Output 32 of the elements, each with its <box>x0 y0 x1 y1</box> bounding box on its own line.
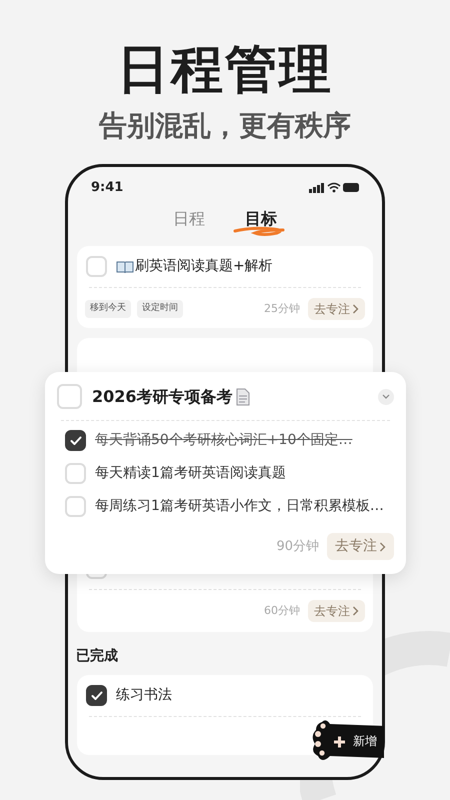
goal-title: 2026考研专项备考 <box>92 386 233 408</box>
chevron-right-icon <box>352 304 359 314</box>
tag-button[interactable]: 移到今天 <box>85 300 131 318</box>
book-icon <box>116 260 134 274</box>
headline: 日程管理 <box>117 40 333 100</box>
status-icons <box>309 182 359 193</box>
focus-button[interactable]: 去专注 <box>308 298 365 320</box>
duration-label: 60分钟 <box>264 602 300 619</box>
chevron-right-icon <box>379 542 386 552</box>
subtitle: 告别混乱，更有秩序 <box>99 108 351 144</box>
add-button[interactable]: 新增 <box>312 718 384 763</box>
tab[interactable]: 目标 <box>233 207 289 239</box>
subtask-text: 每天背诵50个考研核心词汇+10个固定… <box>95 431 352 450</box>
chevron-down-icon <box>382 394 390 399</box>
goal-title: 刷英语阅读真题+解析 <box>135 257 273 276</box>
focus-button[interactable]: 去专注 <box>327 533 394 560</box>
duration-label: 90分钟 <box>276 538 319 556</box>
check-icon <box>90 690 102 700</box>
duration-label: 25分钟 <box>264 300 300 317</box>
status-time: 9:41 <box>91 178 124 197</box>
section-heading: 已完成 <box>76 646 119 666</box>
check-icon <box>70 436 82 446</box>
focus-button[interactable]: 去专注 <box>308 600 365 622</box>
checkbox[interactable] <box>65 430 86 451</box>
chevron-right-icon <box>352 606 359 616</box>
collapse-button[interactable] <box>378 388 394 404</box>
subtask-text: 每周练习1篇考研英语小作文，日常积累模板… <box>95 497 384 516</box>
subtask-text: 每天精读1篇考研英语阅读真题 <box>95 464 286 483</box>
tag-button[interactable]: 设定时间 <box>137 300 183 318</box>
goal-title: 练习书法 <box>116 686 172 705</box>
document-icon <box>234 388 251 406</box>
checkbox[interactable] <box>86 685 107 706</box>
